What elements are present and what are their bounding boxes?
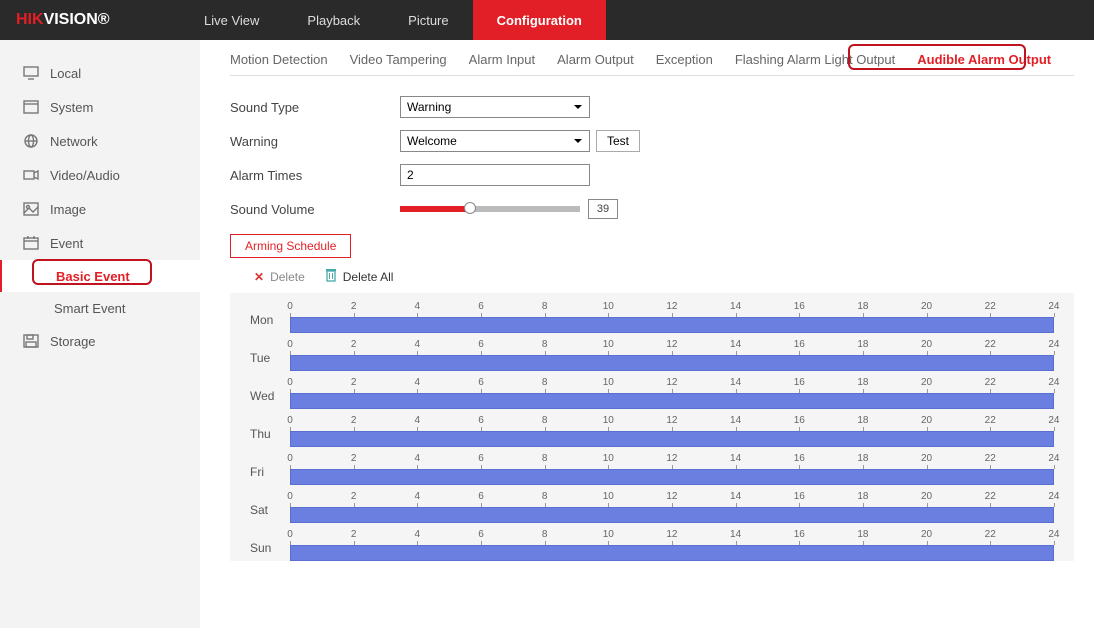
timeline[interactable]: 024681012141618202224	[290, 377, 1054, 409]
sidebar-item-local[interactable]: Local	[0, 56, 200, 90]
sidebar-sub-smart-event[interactable]: Smart Event	[0, 292, 200, 324]
schedule-row-sat: Sat024681012141618202224	[250, 491, 1054, 523]
test-button[interactable]: Test	[596, 130, 640, 152]
day-label: Mon	[250, 313, 290, 333]
schedule-bar[interactable]	[290, 393, 1054, 409]
globe-icon	[22, 133, 40, 149]
monitor-icon	[22, 65, 40, 81]
brand-suffix: VISION	[44, 11, 98, 28]
schedule-row-thu: Thu024681012141618202224	[250, 415, 1054, 447]
timeline[interactable]: 024681012141618202224	[290, 453, 1054, 485]
subtab-bar: Motion Detection Video Tampering Alarm Inp…	[230, 52, 1074, 76]
alarm-times-label: Alarm Times	[230, 168, 400, 183]
schedule-bar[interactable]	[290, 545, 1054, 561]
save-icon	[22, 333, 40, 349]
schedule-row-mon: Mon024681012141618202224	[250, 301, 1054, 333]
sidebar-item-label: Video/Audio	[50, 168, 120, 183]
top-nav: Live ViewPlaybackPictureConfiguration	[180, 0, 606, 40]
subtab-alarm-output[interactable]: Alarm Output	[557, 52, 634, 67]
schedule-bar[interactable]	[290, 469, 1054, 485]
sidebar-item-system[interactable]: System	[0, 90, 200, 124]
brand-logo: HIKVISION®	[0, 11, 180, 29]
subtab-motion-detection[interactable]: Motion Detection	[230, 52, 328, 67]
topnav-configuration[interactable]: Configuration	[473, 0, 606, 40]
sound-type-select[interactable]	[400, 96, 590, 118]
sidebar-item-label: Network	[50, 134, 98, 149]
sidebar-sub-basic-event[interactable]: Basic Event	[0, 260, 200, 292]
sidebar-item-network[interactable]: Network	[0, 124, 200, 158]
sidebar-item-label: Storage	[50, 334, 96, 349]
schedule-row-wed: Wed024681012141618202224	[250, 377, 1054, 409]
warning-select[interactable]	[400, 130, 590, 152]
delete-button[interactable]: ✕ Delete	[254, 268, 305, 285]
day-label: Fri	[250, 465, 290, 485]
sound-type-label: Sound Type	[230, 100, 400, 115]
sidebar-item-event[interactable]: Event	[0, 226, 200, 260]
top-bar: HIKVISION® Live ViewPlaybackPictureConfi…	[0, 0, 1094, 40]
warning-label: Warning	[230, 134, 400, 149]
topnav-live-view[interactable]: Live View	[180, 0, 283, 40]
timeline[interactable]: 024681012141618202224	[290, 529, 1054, 561]
schedule-bar[interactable]	[290, 507, 1054, 523]
sound-volume-slider[interactable]	[400, 206, 580, 212]
arming-schedule-grid: Mon024681012141618202224Tue0246810121416…	[230, 293, 1074, 561]
brand-prefix: HIK	[16, 11, 44, 28]
timeline[interactable]: 024681012141618202224	[290, 491, 1054, 523]
timeline[interactable]: 024681012141618202224	[290, 415, 1054, 447]
alarm-times-input[interactable]	[400, 164, 590, 186]
timeline[interactable]: 024681012141618202224	[290, 339, 1054, 371]
day-label: Wed	[250, 389, 290, 409]
camera-icon	[22, 167, 40, 183]
trash-icon	[325, 268, 337, 285]
subtab-video-tampering[interactable]: Video Tampering	[350, 52, 447, 67]
sidebar-item-image[interactable]: Image	[0, 192, 200, 226]
schedule-row-fri: Fri024681012141618202224	[250, 453, 1054, 485]
sidebar-item-label: Image	[50, 202, 86, 217]
schedule-row-sun: Sun024681012141618202224	[250, 529, 1054, 561]
day-label: Tue	[250, 351, 290, 371]
schedule-bar[interactable]	[290, 431, 1054, 447]
brand-reg: ®	[98, 11, 110, 28]
topnav-picture[interactable]: Picture	[384, 0, 472, 40]
sidebar-item-label: Local	[50, 66, 81, 81]
arming-schedule-tab[interactable]: Arming Schedule	[230, 234, 351, 258]
window-icon	[22, 99, 40, 115]
subtab-flashing-alarm-light-output[interactable]: Flashing Alarm Light Output	[735, 52, 895, 67]
day-label: Sat	[250, 503, 290, 523]
subtab-exception[interactable]: Exception	[656, 52, 713, 67]
schedule-row-tue: Tue024681012141618202224	[250, 339, 1054, 371]
timeline[interactable]: 024681012141618202224	[290, 301, 1054, 333]
calendar-icon	[22, 235, 40, 251]
sidebar-item-label: System	[50, 100, 93, 115]
subtab-alarm-input[interactable]: Alarm Input	[469, 52, 535, 67]
sidebar-item-storage[interactable]: Storage	[0, 324, 200, 358]
topnav-playback[interactable]: Playback	[283, 0, 384, 40]
subtab-audible-alarm-output[interactable]: Audible Alarm Output	[917, 52, 1051, 67]
image-icon	[22, 201, 40, 217]
day-label: Sun	[250, 541, 290, 561]
schedule-bar[interactable]	[290, 317, 1054, 333]
sidebar-item-label: Event	[50, 236, 83, 251]
sidebar-item-video-audio[interactable]: Video/Audio	[0, 158, 200, 192]
day-label: Thu	[250, 427, 290, 447]
schedule-bar[interactable]	[290, 355, 1054, 371]
sidebar: Local System Network Video/Audio Image Event B…	[0, 40, 200, 628]
close-icon: ✕	[254, 270, 264, 284]
main-panel: Motion Detection Video Tampering Alarm Inp…	[200, 40, 1094, 628]
sound-volume-label: Sound Volume	[230, 202, 400, 217]
sound-volume-value: 39	[588, 199, 618, 219]
delete-all-button[interactable]: Delete All	[325, 268, 394, 285]
